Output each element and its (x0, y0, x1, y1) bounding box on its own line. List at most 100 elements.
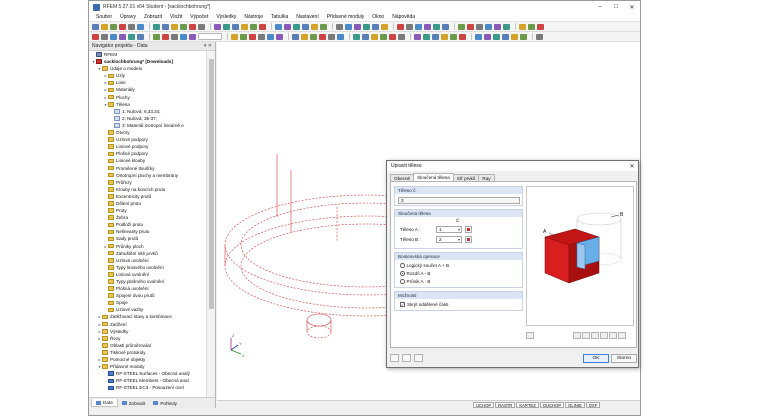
tree-item[interactable]: Proměnné tloušťky (89, 165, 206, 172)
toolbar-button-icon[interactable] (406, 23, 413, 30)
toolbar-button-icon[interactable] (231, 33, 238, 40)
tree-item[interactable]: ▸ Výsledky (89, 328, 206, 335)
render-icon[interactable] (618, 331, 626, 339)
navigator-scrollbar[interactable] (206, 51, 215, 397)
tree-item[interactable]: Typy plošného uvolnění (89, 278, 206, 285)
tree-item[interactable]: ▸ Plochy (89, 94, 206, 101)
toolbar-button-icon[interactable] (128, 33, 135, 40)
toolbar-button-icon[interactable] (137, 33, 144, 40)
radio-difference[interactable]: Rozdíl A - B (400, 271, 431, 276)
menu-item[interactable]: Nástroje (240, 14, 267, 20)
tab-merged-solids[interactable]: Sloučená tělesa (413, 173, 454, 181)
toolbar-button-icon[interactable] (345, 23, 352, 30)
toolbar-button-icon[interactable] (311, 23, 318, 30)
tree-item[interactable]: Dělení prutu (89, 200, 206, 207)
toolbar-button-icon[interactable] (441, 33, 448, 40)
status-toggle[interactable]: UCHOP (473, 401, 495, 408)
view-settings-icon[interactable] (526, 331, 534, 339)
toolbar-button-icon[interactable] (528, 23, 535, 30)
toolbar-button-icon[interactable] (475, 33, 482, 40)
toolbar-button-icon[interactable] (162, 33, 169, 40)
tree-item[interactable]: Liniové klouby (89, 157, 206, 164)
tree-item[interactable]: Spojení dvou prutů (89, 292, 206, 299)
tab-general[interactable]: Obecné (390, 174, 415, 181)
toolbar-button-icon[interactable] (310, 33, 317, 40)
status-toggle[interactable]: KARTEZ (516, 401, 539, 408)
toolbar-button-icon[interactable] (381, 23, 388, 30)
toolbar-button-icon[interactable] (319, 33, 326, 40)
toolbar-button-icon[interactable] (520, 33, 527, 40)
tree-item[interactable]: Oblasti průměrování (89, 342, 206, 349)
tree-item[interactable]: Spoje (89, 299, 206, 306)
cancel-button[interactable]: Storno (611, 354, 637, 363)
toolbar-button-icon[interactable] (337, 33, 344, 40)
toolbar-button-icon[interactable] (198, 23, 205, 30)
toolbar-button-icon[interactable] (423, 33, 430, 40)
help-icon[interactable] (390, 354, 399, 362)
pick-solid-b-icon[interactable] (465, 236, 472, 243)
toolbar-button-icon[interactable] (110, 33, 117, 40)
tab-ray[interactable]: Ray (478, 174, 495, 181)
solid-b-select[interactable]: 2 ▾ (436, 236, 462, 243)
toolbar-button-icon[interactable] (293, 23, 300, 30)
toolbar-button-icon[interactable] (171, 33, 178, 40)
toolbar-button-icon[interactable] (467, 23, 474, 30)
toolbar-button-icon[interactable] (433, 23, 440, 30)
toolbar-button-icon[interactable] (380, 33, 387, 40)
toolbar-button-icon[interactable] (276, 33, 283, 40)
toolbar-button-icon[interactable] (119, 33, 126, 40)
toolbar-button-icon[interactable] (180, 23, 187, 30)
dialog-close-button[interactable]: ✕ (626, 163, 638, 170)
close-window-button[interactable]: ✕ (624, 1, 640, 13)
toolbar-button-icon[interactable] (353, 33, 360, 40)
toolbar-button-icon[interactable] (503, 23, 510, 30)
toolbar-button-icon[interactable] (494, 23, 501, 30)
toolbar-button-icon[interactable] (336, 23, 343, 30)
toolbar-button-icon[interactable] (485, 23, 492, 30)
tab-data[interactable]: Data (91, 399, 118, 407)
menu-item[interactable]: Soubor (92, 14, 116, 20)
tree-item[interactable]: RF-STEEL EC3 - Posouzení ocel (89, 384, 206, 391)
toolbar-button-icon[interactable] (502, 33, 509, 40)
info-icon[interactable] (414, 354, 423, 362)
tree-item[interactable]: ▾ Přídavné moduly (89, 363, 206, 370)
status-toggle[interactable]: DXF (585, 401, 601, 408)
toolbar-button-icon[interactable] (119, 23, 126, 30)
toolbar-button-icon[interactable] (101, 23, 108, 30)
tree-item[interactable]: Plošná uvolnění (89, 285, 206, 292)
tree-item[interactable]: ▸ Řezy (89, 335, 206, 342)
toolbar-button-icon[interactable] (432, 33, 439, 40)
toolbar-button-icon[interactable] (92, 33, 99, 40)
toolbar-button-icon[interactable] (189, 23, 196, 30)
toolbar-button-icon[interactable] (442, 23, 449, 30)
toolbar-button-icon[interactable] (214, 23, 221, 30)
menu-item[interactable]: Okno (368, 14, 388, 20)
tree-item[interactable]: ▸ Pomocné objekty (89, 356, 206, 363)
toolbar-button-icon[interactable] (101, 33, 108, 40)
tree-item[interactable]: Plošné podpory (89, 150, 206, 157)
toolbar-button-icon[interactable] (354, 23, 361, 30)
status-toggle[interactable]: RASTR (495, 401, 516, 408)
toolbar-button-icon[interactable] (189, 33, 196, 40)
tree-item[interactable]: Uzlová uvolnění (89, 257, 206, 264)
tree-item[interactable]: Typy liniového uvolnění (89, 264, 206, 271)
toolbar-button-icon[interactable] (223, 23, 230, 30)
toolbar-button-icon[interactable] (362, 33, 369, 40)
tree-item[interactable]: Excentricity prutů (89, 193, 206, 200)
view-top-icon[interactable] (591, 331, 599, 339)
toolbar-button-icon[interactable] (180, 33, 187, 40)
toolbar-button-icon[interactable] (414, 33, 421, 40)
tree-item[interactable]: Pruty (89, 207, 206, 214)
ok-button[interactable]: OK (583, 354, 609, 363)
view-front-icon[interactable] (573, 331, 581, 339)
toolbar-button-icon[interactable] (511, 33, 518, 40)
tree-item[interactable]: 1: Nulová; 6,33,34; (89, 108, 206, 115)
tab-mesh[interactable]: Síť prvků (452, 174, 480, 181)
toolbar-button-icon[interactable] (397, 23, 404, 30)
toolbar-button-icon[interactable] (389, 33, 396, 40)
toolbar-button-icon[interactable] (241, 23, 248, 30)
maximize-button[interactable]: □ (608, 1, 624, 13)
tree-item[interactable]: ▸ Zatížení (89, 321, 206, 328)
menu-item[interactable]: Úpravy (116, 14, 140, 20)
solid-a-select[interactable]: 1 ▾ (436, 226, 462, 233)
